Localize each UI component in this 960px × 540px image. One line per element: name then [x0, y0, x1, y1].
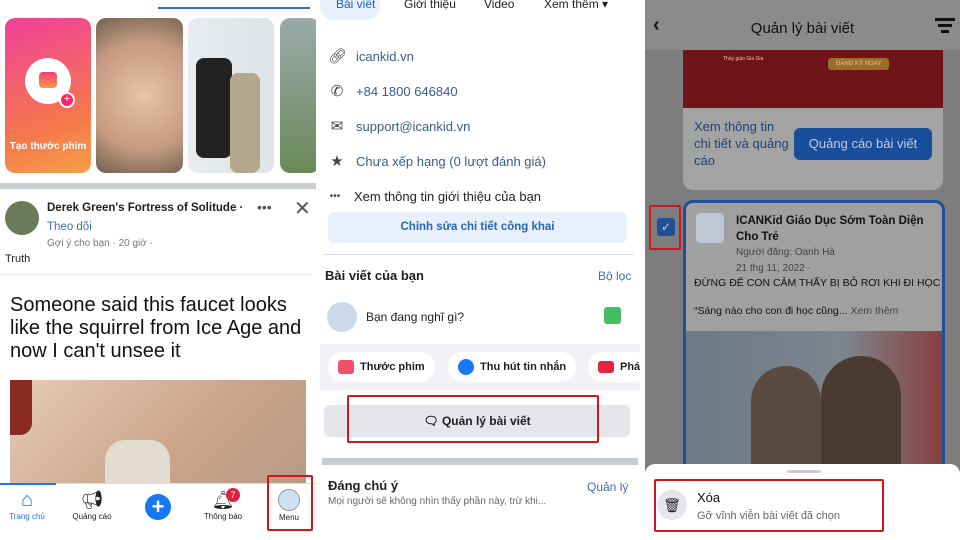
page-avatar: [327, 302, 357, 332]
screen-title: Quản lý bài viết: [750, 20, 855, 37]
selected-post-card[interactable]: ICANKid Giáo Dục Sớm Toàn Diện Cho Trẻ N…: [683, 200, 945, 480]
featured-title: Đáng chú ý: [328, 478, 399, 493]
close-icon[interactable]: ✕: [294, 196, 311, 221]
page-profile-screen: Bài viết Giới thiệu Video Xem thêm ▾ 🔗︎ i…: [320, 0, 640, 540]
more-options-icon[interactable]: •••: [257, 199, 272, 215]
chip-live[interactable]: Phá: [588, 352, 640, 382]
composer-input[interactable]: Bạn đang nghĩ gì?: [366, 310, 464, 324]
filter-icon[interactable]: [935, 18, 955, 33]
posts-section-title: Bài viết của bạn: [325, 268, 424, 283]
follow-link[interactable]: Theo dõi: [47, 221, 92, 233]
video-icon: [598, 361, 614, 373]
page-avatar: [696, 213, 724, 243]
divider: [0, 274, 312, 275]
featured-desc: Mọi người sẽ không nhìn thấy phần này, t…: [328, 496, 547, 507]
reel-thumbnail[interactable]: [96, 18, 183, 173]
reel-icon: [338, 360, 354, 374]
edit-details-button[interactable]: Chỉnh sửa chi tiết công khai: [328, 212, 627, 243]
highlight-box: [267, 475, 313, 531]
insights-link[interactable]: Xem thông tin chi tiết và quảng cáo: [694, 118, 794, 169]
tab-indicator: [158, 7, 310, 9]
tab-posts[interactable]: Bài viết: [336, 0, 375, 11]
create-reel-card[interactable]: + Tạo thước phim: [5, 18, 91, 173]
post-page-name: ICANKid Giáo Dục Sớm Toàn Diện Cho Trẻ: [736, 215, 924, 243]
email-row[interactable]: ✉ support@icankid.vn: [328, 116, 471, 136]
reel-thumbnail[interactable]: [188, 18, 274, 173]
post-image: [686, 331, 942, 477]
home-icon: ⌂: [20, 489, 34, 511]
active-tab-indicator: [0, 483, 56, 485]
about-row[interactable]: ••• Xem thông tin giới thiệu của bạn: [326, 186, 541, 206]
highlight-box: [649, 205, 681, 250]
nav-ads[interactable]: 📢︎ Quảng cáo: [62, 488, 122, 521]
post-caption: Truth: [5, 253, 31, 265]
messenger-icon: [458, 359, 474, 375]
reel-icon: +: [25, 58, 75, 108]
nav-notifications[interactable]: 🔔︎ Thông báo: [193, 488, 253, 521]
notification-badge: 7: [226, 488, 240, 502]
reel-thumbnail[interactable]: [280, 18, 316, 173]
chip-messages[interactable]: Thu hút tin nhắn: [448, 352, 577, 382]
post-poster: Người đăng: Oanh Hà: [736, 247, 835, 258]
see-more-link[interactable]: Xem thêm: [850, 305, 898, 317]
ad-banner: Thầy giáo Gia Gia ĐĂNG KÝ NGAY: [683, 50, 943, 108]
more-dots-icon: •••: [329, 190, 341, 202]
tab-about[interactable]: Giới thiệu: [404, 0, 456, 11]
boost-post-button[interactable]: Quảng cáo bài viết: [794, 128, 932, 160]
author-avatar[interactable]: [5, 201, 39, 235]
megaphone-icon: 📢︎: [80, 490, 104, 510]
chip-reels[interactable]: Thước phim: [328, 352, 435, 382]
post-excerpt: “Sáng nào cho con đi học cũng... Xem thê…: [694, 305, 899, 317]
phone-row[interactable]: ✆ +84 1800 646840: [328, 81, 458, 101]
manage-posts-screen: ‹ Quản lý bài viết Thầy giáo Gia Gia ĐĂN…: [645, 0, 960, 540]
website-row[interactable]: 🔗︎ icankid.vn: [328, 46, 414, 66]
link-icon: 🔗︎: [328, 48, 348, 65]
featured-manage-link[interactable]: Quản lý: [587, 480, 628, 494]
photo-icon[interactable]: [604, 307, 621, 324]
rating-row[interactable]: ★ Chưa xếp hạng (0 lượt đánh giá): [328, 151, 546, 171]
divider: [0, 183, 316, 189]
highlight-box: [347, 395, 599, 443]
register-button: ĐĂNG KÝ NGAY: [828, 58, 890, 70]
create-button[interactable]: +: [145, 494, 171, 520]
feed-screen: + Tạo thước phim Derek Green's Fortress …: [0, 0, 316, 540]
meme-text: Someone said this faucet looks like the …: [10, 294, 302, 362]
phone-icon: ✆: [330, 83, 344, 100]
divider: [322, 458, 638, 465]
email-icon: ✉: [330, 118, 344, 135]
post-image[interactable]: [10, 380, 306, 484]
post-meta: Gợi ý cho bạn · 20 giờ ·: [47, 238, 153, 249]
sheet-handle[interactable]: [787, 470, 821, 473]
nav-home[interactable]: ⌂ Trang chủ: [0, 488, 57, 521]
post-author[interactable]: Derek Green's Fortress of Solitude ·: [47, 202, 243, 214]
star-icon: ★: [330, 153, 344, 170]
highlight-box: [654, 479, 884, 532]
tab-more[interactable]: Xem thêm ▾: [544, 0, 608, 11]
post-headline: ĐỪNG ĐỂ CON CẢM THẤY BỊ BỎ RƠI KHI ĐI HỌ…: [694, 277, 941, 289]
post-date: 21 thg 11, 2022 ·: [736, 263, 811, 274]
filter-link[interactable]: Bộ lọc: [598, 269, 631, 283]
tab-video[interactable]: Video: [484, 0, 514, 11]
create-reel-label: Tạo thước phim: [9, 141, 87, 152]
divider: [324, 254, 634, 255]
bell-icon: 🔔︎: [211, 490, 235, 510]
caret-down-icon: ▾: [602, 0, 609, 11]
